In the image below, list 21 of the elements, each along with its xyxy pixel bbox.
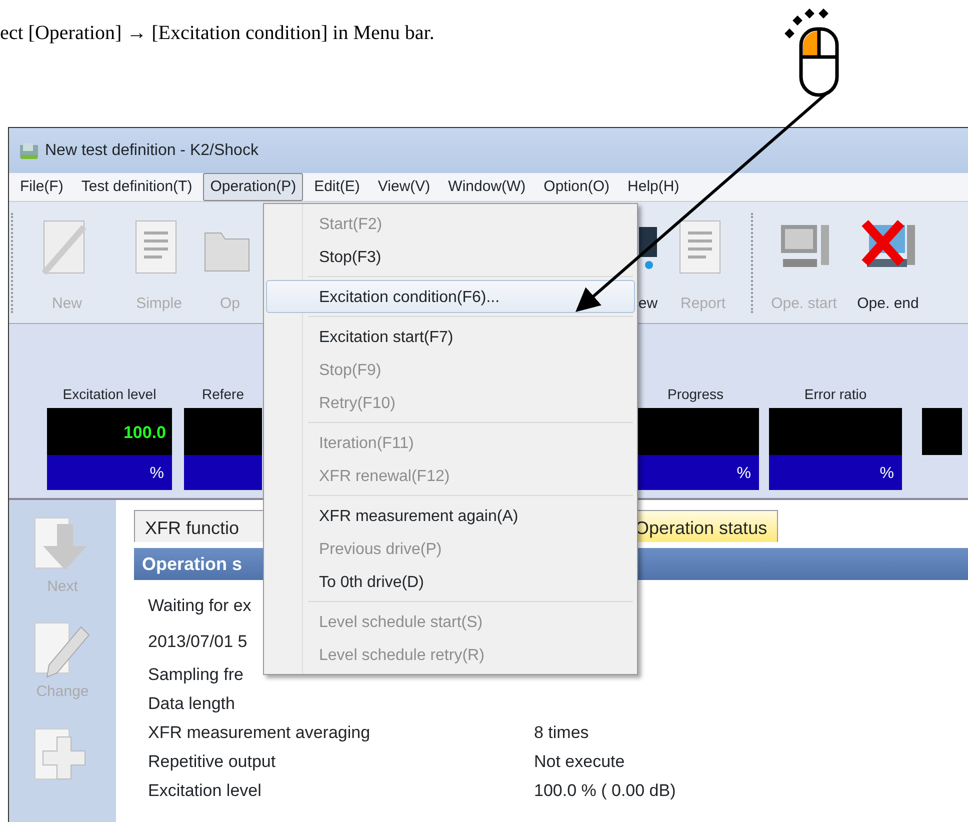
status-label: Excitation level bbox=[148, 780, 262, 802]
meter-unit: % bbox=[47, 455, 172, 490]
meter-display: 100.0 bbox=[47, 408, 172, 455]
status-label: 2013/07/01 5 bbox=[148, 631, 248, 654]
meter-label: Error ratio bbox=[803, 385, 868, 404]
meter-label: Refere bbox=[200, 385, 246, 404]
status-label: Data length bbox=[148, 692, 235, 715]
meter-unit: % bbox=[769, 455, 902, 490]
meter-label: Excitation level bbox=[62, 385, 158, 404]
window-title: New test definition - K2/Shock bbox=[45, 140, 258, 160]
status-label: Repetitive output bbox=[148, 750, 276, 773]
instruction-text: ect [Operation] → [Excitation condition] in Menu bar. bbox=[0, 21, 434, 46]
meter-label: Progress bbox=[666, 385, 725, 404]
status-label: XFR measurement averaging bbox=[148, 722, 370, 744]
status-value: Not execute bbox=[534, 750, 625, 773]
sidebar-label: Change bbox=[36, 682, 89, 702]
status-label: Waiting for ex bbox=[148, 595, 252, 618]
status-value: 100.0 % ( 0.00 dB) bbox=[534, 780, 676, 802]
status-value: 8 times bbox=[534, 722, 589, 744]
sidebar-label: Next bbox=[47, 577, 78, 597]
status-label: Sampling fre bbox=[148, 664, 244, 686]
